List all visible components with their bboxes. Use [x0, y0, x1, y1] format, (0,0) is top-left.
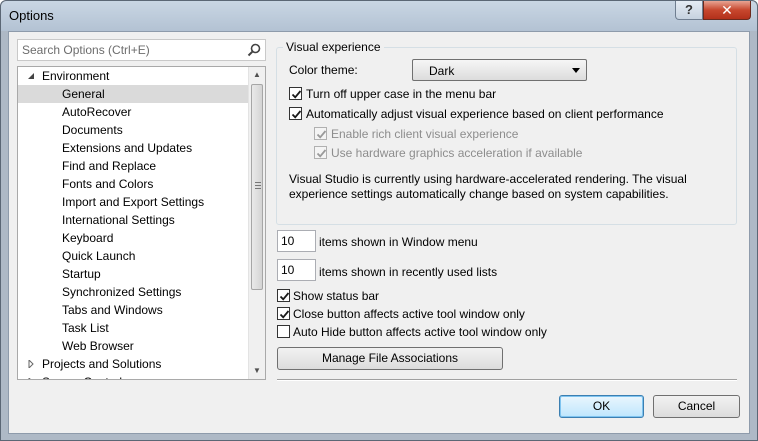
tree-item[interactable]: Documents — [18, 121, 249, 139]
cancel-button[interactable]: Cancel — [653, 395, 740, 418]
window-title: Options — [9, 8, 54, 23]
tree-scrollbar[interactable]: ▲ ▼ — [248, 67, 265, 379]
close-button-label: Close button affects active tool window … — [293, 307, 525, 321]
tree-item-label: Documents — [62, 123, 123, 137]
collapsed-arrow-icon[interactable] — [27, 360, 35, 368]
tree-item[interactable]: Find and Replace — [18, 157, 249, 175]
tree-item-label: General — [62, 87, 105, 101]
tree-item[interactable]: Import and Export Settings — [18, 193, 249, 211]
checkmark-icon — [279, 292, 290, 301]
uppercase-menu-label: Turn off upper case in the menu bar — [306, 87, 497, 101]
tree-item[interactable]: Projects and Solutions — [18, 355, 249, 373]
tree-item-label: Task List — [62, 321, 109, 335]
tree-item[interactable]: Task List — [18, 319, 249, 337]
checkmark-icon — [316, 149, 327, 158]
recent-lists-items-input[interactable] — [278, 260, 315, 280]
close-button[interactable]: ✕ — [703, 1, 751, 20]
title-bar[interactable]: Options ? ✕ — [1, 1, 757, 31]
close-button-checkbox[interactable] — [277, 307, 290, 320]
options-dialog: Options ? ✕ Environment General AutoRecove… — [0, 0, 758, 441]
auto-adjust-checkbox[interactable] — [289, 107, 302, 120]
tree-item-label: Source Control — [42, 373, 122, 379]
tree-item-label: Synchronized Settings — [62, 285, 182, 299]
tree-item[interactable]: Environment — [18, 67, 249, 85]
search-box[interactable] — [17, 39, 266, 61]
checkmark-icon — [291, 90, 302, 99]
tree-item-label: Import and Export Settings — [62, 195, 205, 209]
chevron-down-icon — [572, 68, 580, 73]
collapsed-arrow-icon[interactable] — [27, 378, 35, 380]
checkmark-icon — [291, 110, 302, 119]
divider — [277, 379, 737, 381]
tree-item-label: International Settings — [62, 213, 175, 227]
visual-experience-title: Visual experience — [283, 40, 384, 54]
tree-item-label: Web Browser — [62, 339, 134, 353]
tree-item[interactable]: Extensions and Updates — [18, 139, 249, 157]
tree-item-label: Projects and Solutions — [42, 357, 162, 371]
search-icon[interactable] — [247, 43, 261, 57]
rich-client-checkbox[interactable] — [314, 127, 327, 140]
status-bar-label: Show status bar — [293, 289, 380, 303]
window-menu-items-field[interactable] — [277, 230, 316, 252]
tree-items: Environment General AutoRecover Documents Ex… — [18, 67, 249, 380]
info-text-line2: experience settings automatically change… — [289, 187, 669, 201]
tree-item[interactable]: Synchronized Settings — [18, 283, 249, 301]
options-tree[interactable]: Environment General AutoRecover Documents Ex… — [17, 66, 266, 380]
tree-item[interactable]: Startup — [18, 265, 249, 283]
manage-file-associations-button[interactable]: Manage File Associations — [277, 347, 503, 370]
scroll-down-arrow[interactable]: ▼ — [249, 363, 265, 379]
expanded-arrow-icon[interactable] — [27, 72, 35, 80]
recent-lists-items-label: items shown in recently used lists — [319, 265, 498, 279]
auto-hide-checkbox[interactable] — [277, 325, 290, 338]
scroll-up-arrow[interactable]: ▲ — [249, 67, 265, 83]
tree-item[interactable]: AutoRecover — [18, 103, 249, 121]
dialog-client-area: Environment General AutoRecover Documents Ex… — [8, 31, 750, 434]
auto-hide-label: Auto Hide button affects active tool win… — [293, 325, 547, 339]
checkmark-icon — [316, 130, 327, 139]
scrollbar-thumb[interactable] — [251, 84, 263, 290]
tree-item[interactable]: Source Control — [18, 373, 249, 380]
color-theme-value: Dark — [429, 64, 455, 78]
tree-item-label: Fonts and Colors — [62, 177, 154, 191]
color-theme-label: Color theme: — [289, 63, 358, 77]
hw-accel-label: Use hardware graphics acceleration if av… — [331, 146, 583, 160]
tree-item-label: AutoRecover — [62, 105, 132, 119]
tree-item[interactable]: Fonts and Colors — [18, 175, 249, 193]
window-menu-items-input[interactable] — [278, 231, 315, 251]
hw-accel-checkbox[interactable] — [314, 146, 327, 159]
ok-button[interactable]: OK — [559, 395, 644, 418]
uppercase-menu-checkbox[interactable] — [289, 87, 302, 100]
info-text-line1: Visual Studio is currently using hardwar… — [289, 172, 687, 186]
tree-item-label: Extensions and Updates — [62, 141, 193, 155]
checkmark-icon — [279, 310, 290, 319]
tree-item[interactable]: Keyboard — [18, 229, 249, 247]
color-theme-select[interactable]: Dark — [412, 59, 587, 81]
tree-item-label: Keyboard — [62, 231, 114, 245]
tree-item-label: Quick Launch — [62, 249, 136, 263]
tree-item[interactable]: General — [18, 85, 249, 103]
tree-item-label: Environment — [42, 69, 110, 83]
tree-item[interactable]: Tabs and Windows — [18, 301, 249, 319]
tree-item[interactable]: Web Browser — [18, 337, 249, 355]
help-button[interactable]: ? — [675, 1, 703, 20]
auto-adjust-label: Automatically adjust visual experience b… — [306, 107, 664, 121]
rich-client-label: Enable rich client visual experience — [331, 127, 519, 141]
window-menu-items-label: items shown in Window menu — [319, 235, 478, 249]
status-bar-checkbox[interactable] — [277, 289, 290, 302]
tree-item[interactable]: International Settings — [18, 211, 249, 229]
tree-item[interactable]: Quick Launch — [18, 247, 249, 265]
recent-lists-items-field[interactable] — [277, 259, 316, 281]
tree-item-label: Startup — [62, 267, 101, 281]
search-input[interactable] — [18, 40, 240, 60]
tree-item-label: Tabs and Windows — [62, 303, 163, 317]
tree-item-label: Find and Replace — [62, 159, 157, 173]
